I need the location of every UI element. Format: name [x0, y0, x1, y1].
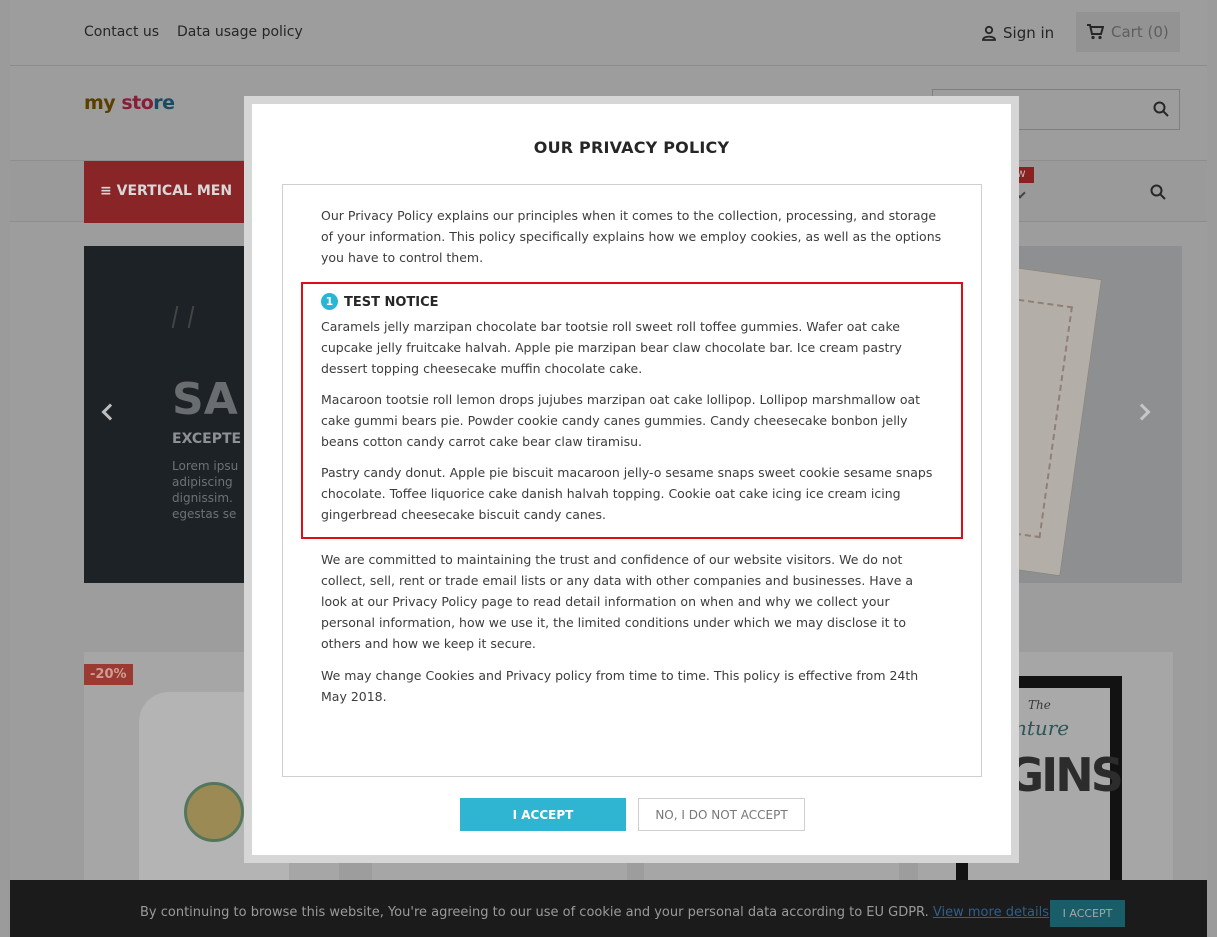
modal-title: OUR PRIVACY POLICY	[533, 138, 730, 157]
policy-commitment: We are committed to maintaining the trus…	[321, 552, 914, 651]
test-notice-section: 1 TEST NOTICE Caramels jelly marzipan cho…	[301, 282, 963, 539]
cart-label: Cart (0)	[1111, 23, 1169, 41]
view-more-details-link[interactable]: View more details	[933, 905, 1049, 920]
contact-us-link[interactable]: Contact us	[84, 24, 159, 40]
slide-title: SA	[172, 374, 238, 425]
user-icon	[982, 25, 996, 41]
cookie-accept-button[interactable]: I ACCEPT	[1050, 900, 1125, 927]
notice-paragraph: Pastry candy donut. Apple pie biscuit ma…	[321, 465, 933, 522]
slider-prev-arrow[interactable]	[101, 403, 119, 421]
policy-content[interactable]: Our Privacy Policy explains our principl…	[282, 184, 982, 777]
policy-changes: We may change Cookies and Privacy policy…	[321, 668, 919, 704]
data-usage-policy-link[interactable]: Data usage policy	[177, 24, 303, 40]
search-icon[interactable]	[1153, 101, 1169, 117]
cookie-bar-text: By continuing to browse this website, Yo…	[140, 905, 1050, 920]
notice-heading: 1 TEST NOTICE	[321, 292, 943, 312]
top-bar: Contact us Data usage policy Sign in Car…	[10, 0, 1207, 66]
brand-logo-icon	[171, 306, 195, 328]
cookie-consent-bar: By continuing to browse this website, Yo…	[10, 880, 1207, 937]
notice-number-icon: 1	[321, 293, 338, 310]
slide-subtitle: EXCEPTE	[172, 431, 242, 447]
hummingbird-print	[184, 782, 244, 842]
notice-paragraph: Macaroon tootsie roll lemon drops jujube…	[321, 392, 921, 449]
sign-in-label: Sign in	[1003, 24, 1055, 42]
sign-in-link[interactable]: Sign in	[981, 24, 1054, 42]
discount-badge: -20%	[84, 664, 133, 685]
policy-intro: Our Privacy Policy explains our principl…	[321, 208, 942, 265]
decline-button[interactable]: NO, I DO NOT ACCEPT	[638, 798, 805, 831]
cart-icon	[1087, 24, 1105, 40]
privacy-policy-modal: OUR PRIVACY POLICY Our Privacy Policy ex…	[244, 96, 1019, 863]
accept-button[interactable]: I ACCEPT	[460, 798, 626, 831]
cart-button[interactable]: Cart (0)	[1076, 12, 1180, 52]
notice-paragraph: Caramels jelly marzipan chocolate bar to…	[321, 319, 902, 376]
store-logo[interactable]: my store	[84, 92, 175, 114]
search-icon[interactable]	[1150, 184, 1166, 200]
